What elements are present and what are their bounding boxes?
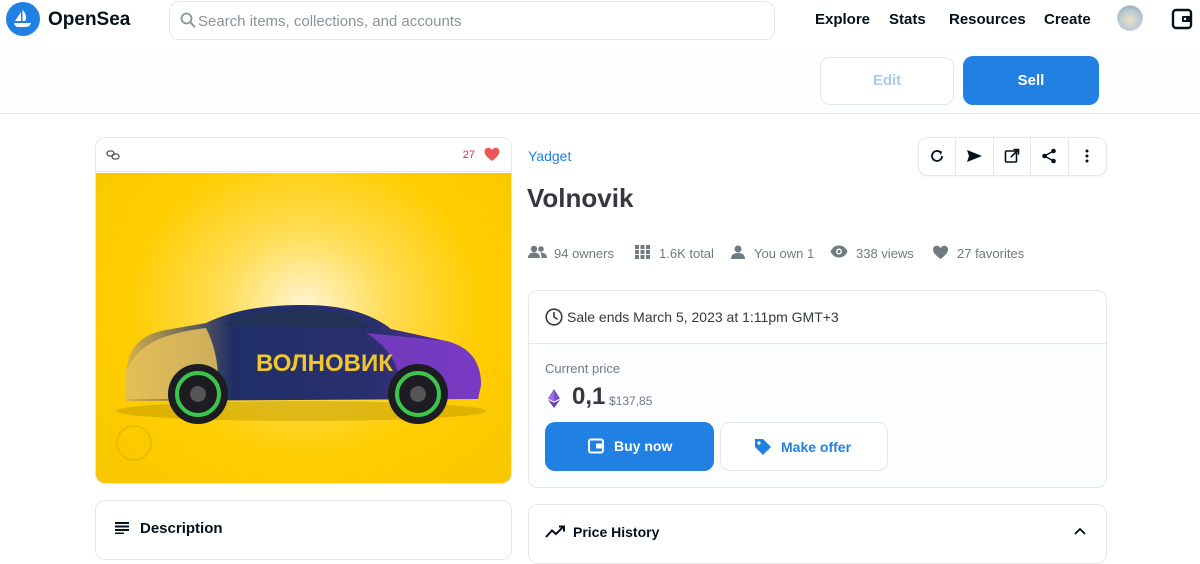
sale-end-header: Sale ends March 5, 2023 at 1:11pm GMT+3: [529, 291, 1106, 344]
search-icon: [180, 12, 196, 28]
asset-title: Volnovik: [527, 183, 634, 213]
chevron-up-icon[interactable]: [1074, 527, 1086, 535]
text-lines-icon: [115, 522, 129, 534]
media-card-header: 27: [96, 138, 511, 172]
share-button[interactable]: [1031, 138, 1069, 175]
price-section: Current price 0,1 $137,85 Buy now Make o…: [529, 344, 1106, 487]
top-navbar: OpenSea Explore Stats Resources Create: [0, 0, 1200, 40]
nav-create[interactable]: Create: [1044, 11, 1091, 28]
nft-artwork-image[interactable]: ВОЛНОВИК: [96, 173, 511, 483]
buy-now-label: Buy now: [614, 438, 673, 454]
svg-text:ВОЛНОВИК: ВОЛНОВИК: [256, 350, 393, 377]
owners-count: 94 owners: [554, 246, 614, 261]
tag-icon: [755, 439, 771, 455]
open-external-button[interactable]: [994, 138, 1032, 175]
grid-icon: [635, 245, 650, 259]
nav-resources[interactable]: Resources: [949, 11, 1026, 28]
external-link-icon: [1004, 148, 1020, 163]
favorites-count: 27 favorites: [957, 246, 1025, 261]
brand-name[interactable]: OpenSea: [48, 9, 130, 31]
make-offer-button[interactable]: Make offer: [720, 422, 888, 471]
buy-now-button[interactable]: Buy now: [545, 422, 714, 471]
ethereum-icon: [548, 389, 560, 408]
refresh-icon: [931, 150, 943, 162]
price-usd: $137,85: [609, 394, 653, 408]
person-icon: [731, 245, 745, 259]
send-icon: [967, 150, 983, 162]
clock-icon: [545, 308, 563, 326]
eye-icon: [830, 245, 848, 258]
current-price-label: Current price: [545, 361, 621, 376]
nav-stats[interactable]: Stats: [889, 11, 926, 28]
wallet-icon[interactable]: [1171, 8, 1193, 30]
chain-link-icon: [106, 150, 120, 160]
refresh-button[interactable]: [919, 138, 957, 175]
owner-action-bar: Edit Sell: [0, 48, 1200, 114]
description-panel[interactable]: Description: [95, 500, 512, 560]
total-count: 1.6K total: [659, 246, 714, 261]
heart-icon[interactable]: [484, 147, 500, 162]
asset-toolbar: [918, 137, 1107, 176]
sell-button[interactable]: Sell: [963, 56, 1099, 105]
price-history-heading: Price History: [573, 524, 660, 540]
wallet-icon: [588, 438, 604, 454]
make-offer-label: Make offer: [781, 439, 852, 455]
opensea-logo-icon[interactable]: [6, 2, 40, 36]
transfer-button[interactable]: [956, 138, 994, 175]
people-icon: [528, 245, 547, 258]
edit-button[interactable]: Edit: [820, 57, 954, 105]
search-input[interactable]: [198, 10, 758, 32]
trend-line-icon: [545, 525, 565, 538]
collection-link[interactable]: Yadget: [528, 148, 571, 164]
car-illustration: ВОЛНОВИК: [116, 305, 486, 461]
asset-media-card: 27 ВОЛНОВИК: [95, 137, 512, 484]
you-own-count: You own 1: [754, 246, 815, 261]
search-bar[interactable]: [169, 1, 775, 40]
nav-explore[interactable]: Explore: [815, 11, 870, 28]
price-value: 0,1: [572, 383, 606, 410]
more-options-button[interactable]: [1069, 138, 1106, 175]
favorite-count: 27: [462, 149, 475, 161]
price-history-panel[interactable]: Price History: [528, 504, 1107, 564]
share-icon: [1042, 148, 1057, 164]
trade-station: Sale ends March 5, 2023 at 1:11pm GMT+3 …: [528, 290, 1107, 488]
description-heading: Description: [140, 520, 223, 537]
heart-outline-icon: [933, 245, 948, 259]
sale-end-text: Sale ends March 5, 2023 at 1:11pm GMT+3: [567, 309, 839, 325]
profile-avatar[interactable]: [1117, 5, 1143, 31]
views-count: 338 views: [856, 246, 914, 261]
more-vertical-icon: [1085, 149, 1089, 163]
